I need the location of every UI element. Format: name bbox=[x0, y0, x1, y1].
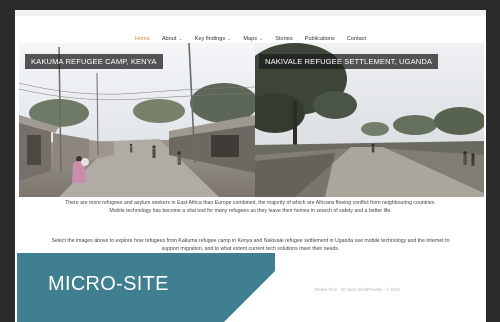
chevron-down-icon: ⌄ bbox=[227, 36, 232, 42]
select-line: support migration, and to what extent cu… bbox=[161, 246, 340, 252]
nav-item-publications[interactable]: Publications bbox=[305, 36, 335, 42]
nakivale-photo-link[interactable]: NAKIVALE REFUGEE SETTLEMENT, UGANDA bbox=[255, 43, 484, 197]
nav-item-stories[interactable]: Stories bbox=[275, 36, 292, 42]
kakuma-caption: KAKUMA REFUGEE CAMP, KENYA bbox=[25, 54, 163, 69]
nav-item-about[interactable]: About ⌄ bbox=[162, 36, 183, 42]
nav-item-home[interactable]: Home bbox=[135, 36, 150, 42]
intro-paragraph: There are more refugees and asylum seeke… bbox=[35, 199, 466, 215]
micro-site-badge: MICRO-SITE bbox=[17, 253, 275, 322]
nakivale-caption: NAKIVALE REFUGEE SETTLEMENT, UGANDA bbox=[259, 54, 439, 69]
kakuma-photo-link[interactable]: KAKUMA REFUGEE CAMP, KENYA bbox=[19, 43, 255, 197]
intro-line: There are more refugees and asylum seeke… bbox=[65, 200, 436, 206]
chevron-down-icon: ⌄ bbox=[178, 36, 183, 42]
select-line: Select the images above to explore how r… bbox=[51, 238, 450, 244]
chevron-down-icon: ⌄ bbox=[259, 36, 264, 42]
browser-top-strip bbox=[15, 10, 486, 16]
nav-item-maps[interactable]: Maps ⌄ bbox=[243, 36, 263, 42]
nav-item-contact[interactable]: Contact bbox=[347, 36, 366, 42]
badge-label: MICRO-SITE bbox=[48, 273, 169, 295]
nav-item-key-findings[interactable]: Key findings ⌄ bbox=[195, 36, 232, 42]
select-instructions: Select the images above to explore how r… bbox=[35, 237, 466, 253]
intro-line: Mobile technology has become a vital too… bbox=[109, 208, 392, 214]
photo-banner: KAKUMA REFUGEE CAMP, KENYA NAKIVALE REFU… bbox=[19, 43, 484, 197]
footer-text: Mobile Tech · Mr Nurn WordPressite · © 2… bbox=[315, 287, 400, 292]
